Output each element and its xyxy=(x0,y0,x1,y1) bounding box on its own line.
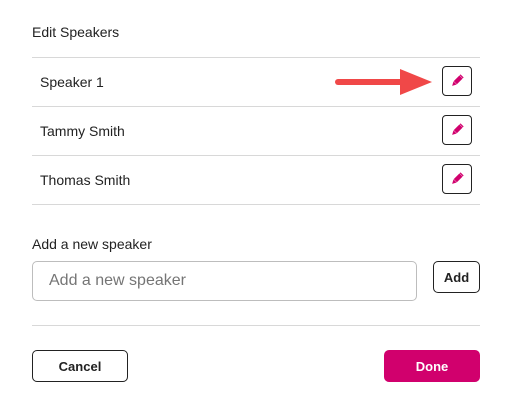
speaker-name: Thomas Smith xyxy=(40,172,131,188)
done-button[interactable]: Done xyxy=(384,350,480,382)
speaker-name: Speaker 1 xyxy=(40,74,104,90)
edit-speaker-button[interactable] xyxy=(442,66,472,96)
pencil-icon xyxy=(452,123,464,135)
cancel-button[interactable]: Cancel xyxy=(32,350,128,382)
speaker-row: Thomas Smith xyxy=(32,156,480,205)
edit-speaker-button[interactable] xyxy=(442,164,472,194)
pencil-icon xyxy=(452,172,464,184)
speaker-name: Tammy Smith xyxy=(40,123,125,139)
footer-divider xyxy=(32,325,480,326)
pencil-icon xyxy=(452,74,464,86)
dialog-title: Edit Speakers xyxy=(32,24,120,40)
add-speaker-label: Add a new speaker xyxy=(32,236,152,252)
new-speaker-input[interactable] xyxy=(32,261,417,301)
callout-arrow-icon xyxy=(335,69,432,95)
edit-speaker-button[interactable] xyxy=(442,115,472,145)
speaker-row: Tammy Smith xyxy=(32,107,480,156)
add-speaker-button[interactable]: Add xyxy=(433,261,480,293)
